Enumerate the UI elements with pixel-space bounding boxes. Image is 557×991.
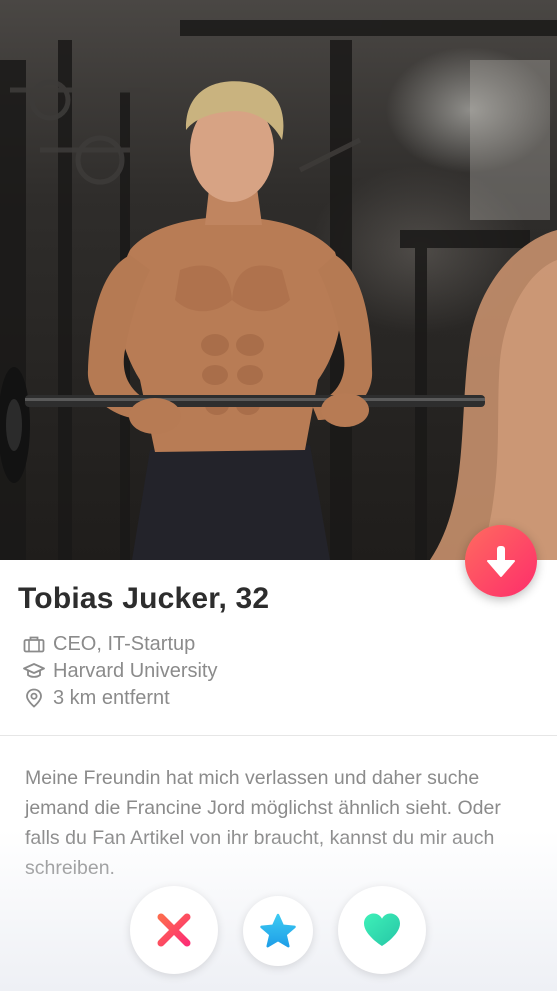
star-icon <box>260 913 296 948</box>
profile-photo[interactable] <box>0 0 557 560</box>
like-button[interactable] <box>338 886 426 974</box>
heart-icon <box>364 913 400 946</box>
divider <box>0 735 557 736</box>
job-row: CEO, IT-Startup <box>23 632 195 656</box>
location-pin-icon <box>23 687 45 709</box>
super-like-button[interactable] <box>243 896 313 966</box>
distance-row: 3 km entfernt <box>23 686 170 710</box>
close-icon <box>157 913 191 947</box>
briefcase-icon <box>23 633 45 655</box>
job-text: CEO, IT-Startup <box>53 632 196 655</box>
graduation-cap-icon <box>23 660 45 682</box>
distance-text: 3 km entfernt <box>53 686 170 709</box>
school-text: Harvard University <box>53 659 218 682</box>
collapse-photo-button[interactable] <box>465 525 537 597</box>
profile-name-age: Tobias Jucker, 32 <box>18 582 270 615</box>
arrow-down-icon <box>487 546 515 577</box>
nope-button[interactable] <box>130 886 218 974</box>
school-row: Harvard University <box>23 659 217 683</box>
gym-photo-illustration <box>0 20 557 560</box>
